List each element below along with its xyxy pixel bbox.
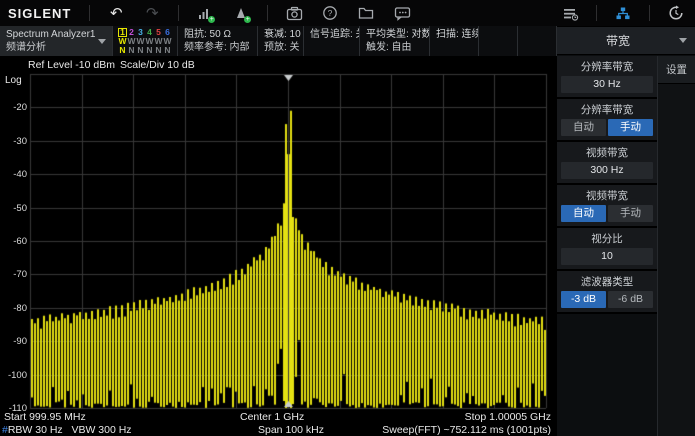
peak-search-icon[interactable]: + — [228, 2, 254, 24]
status-cell — [518, 26, 557, 56]
sweep-time-label[interactable]: Sweep(FFT) ~752.112 ms (1001pts) — [382, 424, 551, 436]
status-cell[interactable]: 阻抗: 50 Ω频率参考: 内部 — [178, 26, 258, 56]
spectrum-plot[interactable] — [0, 56, 557, 436]
panel-item-2: 视频带宽300 Hz — [557, 142, 657, 185]
message-icon[interactable] — [389, 2, 415, 24]
toolbar-divider — [267, 5, 268, 21]
top-toolbar: SIGLENT ↶ ↷ + + — [0, 0, 695, 26]
task-list-icon[interactable] — [557, 2, 583, 24]
panel-toggle: 自动手动 — [561, 205, 653, 222]
redo-icon[interactable]: ↷ — [139, 2, 165, 24]
status-cell[interactable]: 衰减: 10 dB预放: 关 — [258, 26, 304, 56]
stop-freq-label[interactable]: Stop 1.00005 GHz — [465, 411, 551, 423]
status-cell[interactable]: 扫描: 连续 — [430, 26, 479, 56]
spectrum-display: Ref Level -10 dBm Scale/Div 10 dB Log -2… — [0, 56, 557, 436]
panel-item-label: 视频带宽 — [561, 145, 653, 162]
rbw-vbw-label[interactable]: #RBW 30 Hz VBW 300 Hz — [2, 424, 132, 436]
panel-item-list: 分辨率带宽30 Hz分辨率带宽自动手动视频带宽300 Hz视频带宽自动手动视分比… — [557, 56, 657, 314]
trace-detector-flag: N — [118, 46, 127, 55]
y-tick-label: -20 — [1, 102, 27, 113]
siglent-logo: SIGLENT — [8, 6, 71, 21]
chevron-down-icon — [98, 39, 106, 44]
panel-item-value[interactable]: 10 — [561, 248, 653, 265]
svg-text:?: ? — [328, 8, 333, 18]
panel-item-label: 分辨率带宽 — [561, 59, 653, 76]
bandwidth-menu-panel: 带宽 分辨率带宽30 Hz分辨率带宽自动手动视频带宽300 Hz视频带宽自动手动… — [557, 27, 695, 436]
y-axis-type-label: Log — [5, 75, 22, 86]
settings-tab[interactable]: 设置 — [658, 56, 695, 84]
analyzer-name: Spectrum Analyzer1 — [6, 28, 98, 41]
y-tick-label: -30 — [1, 136, 27, 147]
toggle-option[interactable]: 手动 — [608, 119, 653, 136]
analyzer-mode: 频谱分析 — [6, 41, 98, 54]
trace-detector-flag: N — [127, 46, 136, 55]
panel-item-3: 视频带宽自动手动 — [557, 185, 657, 228]
toolbar-divider — [89, 5, 90, 21]
signal-add-icon[interactable]: + — [192, 2, 218, 24]
network-icon[interactable] — [610, 2, 636, 24]
status-text: 信号追踪: 关 — [310, 28, 353, 41]
history-icon[interactable] — [663, 2, 689, 24]
screenshot-camera-icon[interactable] — [281, 2, 307, 24]
toggle-option[interactable]: -6 dB — [608, 291, 653, 308]
status-text: 预放: 关 — [264, 41, 297, 54]
start-freq-label[interactable]: Start 999.95 MHz — [4, 411, 86, 423]
panel-item-value[interactable]: 300 Hz — [561, 162, 653, 179]
analyzer-selector[interactable]: Spectrum Analyzer1 频谱分析 — [0, 26, 113, 56]
status-text: 阻抗: 50 Ω — [184, 28, 251, 41]
trace-detector-flag: N — [145, 46, 154, 55]
panel-item-5: 滤波器类型-3 dB-6 dB — [557, 271, 657, 314]
panel-item-label: 视分比 — [561, 231, 653, 248]
toggle-option[interactable]: 自动 — [561, 205, 606, 222]
status-cell[interactable]: 信号追踪: 关 — [304, 26, 360, 56]
trace-detector-flag: N — [163, 46, 172, 55]
panel-toggle: 自动手动 — [561, 119, 653, 136]
toggle-option[interactable]: 自动 — [561, 119, 606, 136]
panel-item-label: 视频带宽 — [561, 188, 653, 205]
status-text: 衰减: 10 dB — [264, 28, 297, 41]
scale-div-label[interactable]: Scale/Div 10 dB — [120, 59, 195, 71]
spectrum-analyzer-window: SIGLENT ↶ ↷ + + — [0, 0, 695, 436]
span-label[interactable]: Span 100 kHz — [258, 424, 324, 436]
panel-item-4: 视分比10 — [557, 228, 657, 271]
panel-item-0: 分辨率带宽30 Hz — [557, 56, 657, 99]
y-tick-label: -60 — [1, 236, 27, 247]
toolbar-divider — [596, 5, 597, 21]
toggle-option[interactable]: -3 dB — [561, 291, 606, 308]
status-cell — [479, 26, 518, 56]
undo-icon[interactable]: ↶ — [103, 2, 129, 24]
toolbar-divider — [178, 5, 179, 21]
status-text: 频率参考: 内部 — [184, 41, 251, 54]
panel-item-label: 滤波器类型 — [561, 274, 653, 291]
y-tick-label: -50 — [1, 203, 27, 214]
trace-detector-flag: N — [154, 46, 163, 55]
status-text: 平均类型: 对数功率 — [366, 28, 423, 41]
y-tick-label: -100 — [1, 370, 27, 381]
y-tick-label: -40 — [1, 169, 27, 180]
status-text: 触发: 自由 — [366, 41, 423, 54]
y-tick-label: -90 — [1, 336, 27, 347]
y-tick-label: -70 — [1, 269, 27, 280]
status-text: 扫描: 连续 — [436, 28, 472, 41]
help-icon[interactable]: ? — [317, 2, 343, 24]
trace-detector-flag: N — [136, 46, 145, 55]
panel-title: 带宽 — [557, 32, 679, 49]
panel-header[interactable]: 带宽 — [557, 27, 695, 55]
chevron-down-icon — [679, 38, 687, 43]
file-folder-icon[interactable] — [353, 2, 379, 24]
status-bar: Spectrum Analyzer1 频谱分析 123456WWWWWWNNNN… — [0, 26, 557, 56]
status-cell[interactable]: 平均类型: 对数功率触发: 自由 — [360, 26, 430, 56]
center-freq-label[interactable]: Center 1 GHz — [240, 411, 304, 423]
trace-indicators[interactable]: 123456WWWWWWNNNNNN — [113, 26, 178, 56]
ref-level-label[interactable]: Ref Level -10 dBm — [28, 59, 115, 71]
panel-side-strip: 设置 — [657, 56, 695, 436]
panel-item-value[interactable]: 30 Hz — [561, 76, 653, 93]
y-tick-label: -80 — [1, 303, 27, 314]
panel-item-label: 分辨率带宽 — [561, 102, 653, 119]
panel-toggle: -3 dB-6 dB — [561, 291, 653, 308]
panel-item-1: 分辨率带宽自动手动 — [557, 99, 657, 142]
toolbar-divider — [649, 5, 650, 21]
toggle-option[interactable]: 手动 — [608, 205, 653, 222]
